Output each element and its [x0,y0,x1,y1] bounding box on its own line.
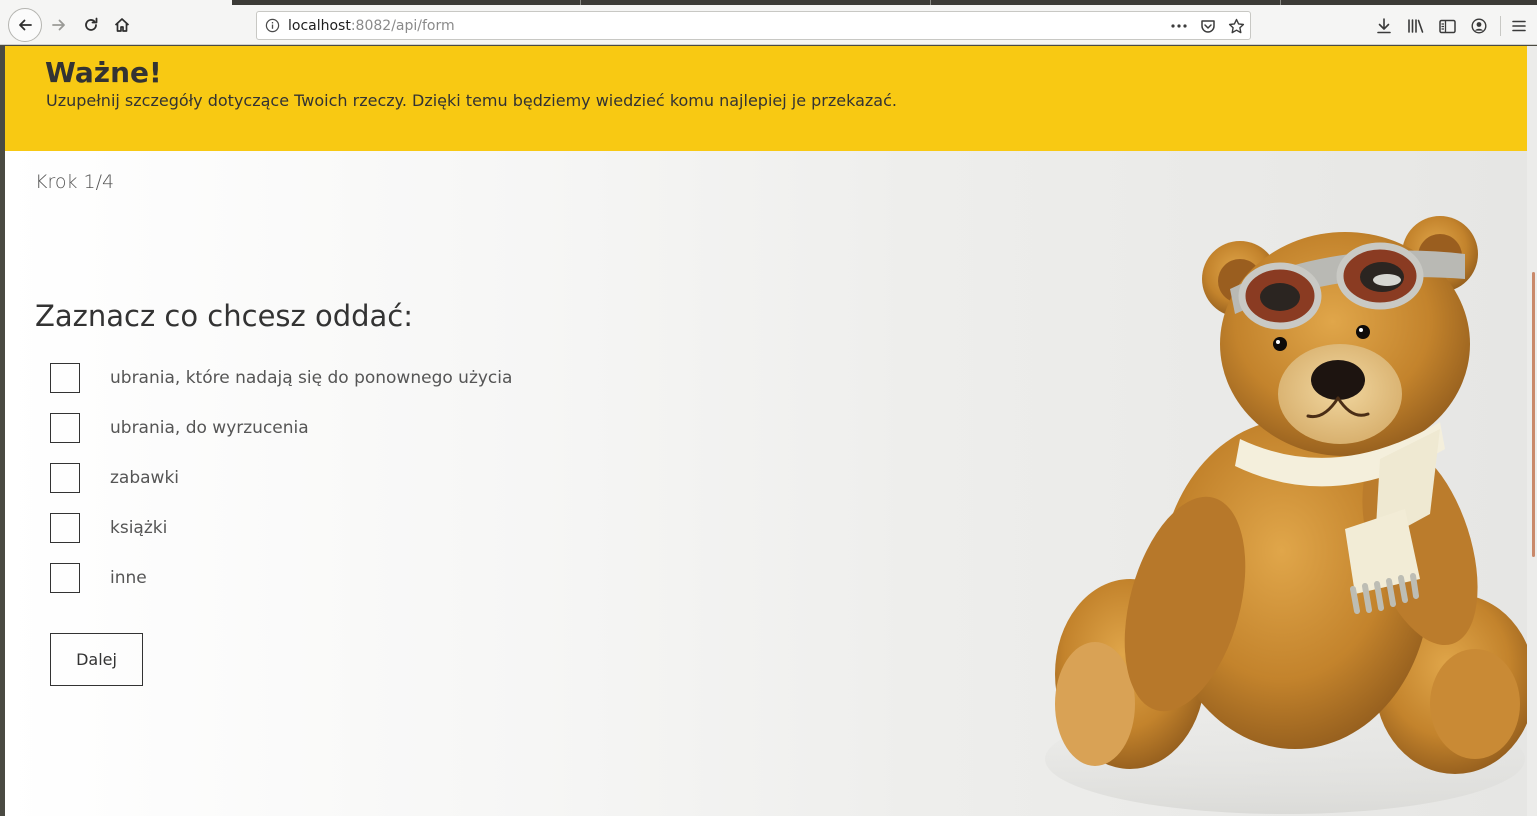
home-icon [114,18,130,32]
next-button[interactable]: Dalej [50,633,143,686]
option-clothes-discard[interactable]: ubrania, do wyrzucenia [50,413,309,443]
download-icon [1377,18,1391,34]
reload-icon [85,17,98,31]
info-icon[interactable] [265,18,280,33]
checkbox[interactable] [50,363,80,393]
checkbox[interactable] [50,513,80,543]
option-books[interactable]: książki [50,513,167,543]
important-banner: Ważne! Uzupełnij szczegóły dotyczące Two… [5,46,1527,151]
arrow-left-icon [19,19,32,31]
checkbox[interactable] [50,463,80,493]
page-scrollbar[interactable] [1527,46,1537,816]
star-icon [1228,18,1244,33]
page-content: Ważne! Uzupełnij szczegóły dotyczące Two… [5,46,1527,816]
pocket-icon [1201,20,1215,33]
option-label: inne [110,568,147,588]
option-label: ubrania, do wyrzucenia [110,418,309,438]
forward-button[interactable] [44,10,74,40]
downloads-button[interactable] [1374,17,1394,35]
option-clothes-reusable[interactable]: ubrania, które nadają się do ponownego u… [50,363,512,393]
step-indicator: Krok 1/4 [35,171,115,193]
bookmark-button[interactable] [1227,17,1245,35]
arrow-right-icon [52,19,65,31]
option-label: ubrania, które nadają się do ponownego u… [110,368,513,388]
option-label: zabawki [110,468,180,488]
more-icon [1171,24,1187,28]
url-path: :8082/api/form [350,18,455,34]
checkbox[interactable] [50,563,80,593]
scrollbar-thumb[interactable] [1532,272,1535,557]
pocket-button[interactable] [1199,17,1217,35]
menu-button[interactable] [1509,17,1529,35]
teddy-bear-illustration [1045,216,1527,814]
library-button[interactable] [1406,17,1426,35]
hamburger-icon [1512,20,1526,32]
option-other[interactable]: inne [50,563,147,593]
sidebar-button[interactable] [1437,17,1457,35]
reload-button[interactable] [76,10,106,40]
banner-title: Ważne! [45,56,162,89]
toolbar-divider [1500,16,1501,36]
sidebar-icon [1438,19,1456,33]
url-bar[interactable]: localhost:8082/api/form [256,11,1251,40]
account-icon [1471,18,1487,34]
url-host: localhost [288,18,351,34]
browser-toolbar: localhost:8082/api/form [0,5,1537,45]
option-toys[interactable]: zabawki [50,463,179,493]
option-label: książki [110,518,168,538]
account-button[interactable] [1469,17,1489,35]
library-icon [1408,19,1424,33]
url-text[interactable]: localhost:8082/api/form [288,18,455,34]
back-button[interactable] [8,8,42,42]
home-button[interactable] [107,10,137,40]
page-actions-button[interactable] [1170,17,1188,35]
banner-text: Uzupełnij szczegóły dotyczące Twoich rze… [46,91,897,110]
form-question: Zaznacz co chcesz oddać: [35,299,414,333]
checkbox[interactable] [50,413,80,443]
